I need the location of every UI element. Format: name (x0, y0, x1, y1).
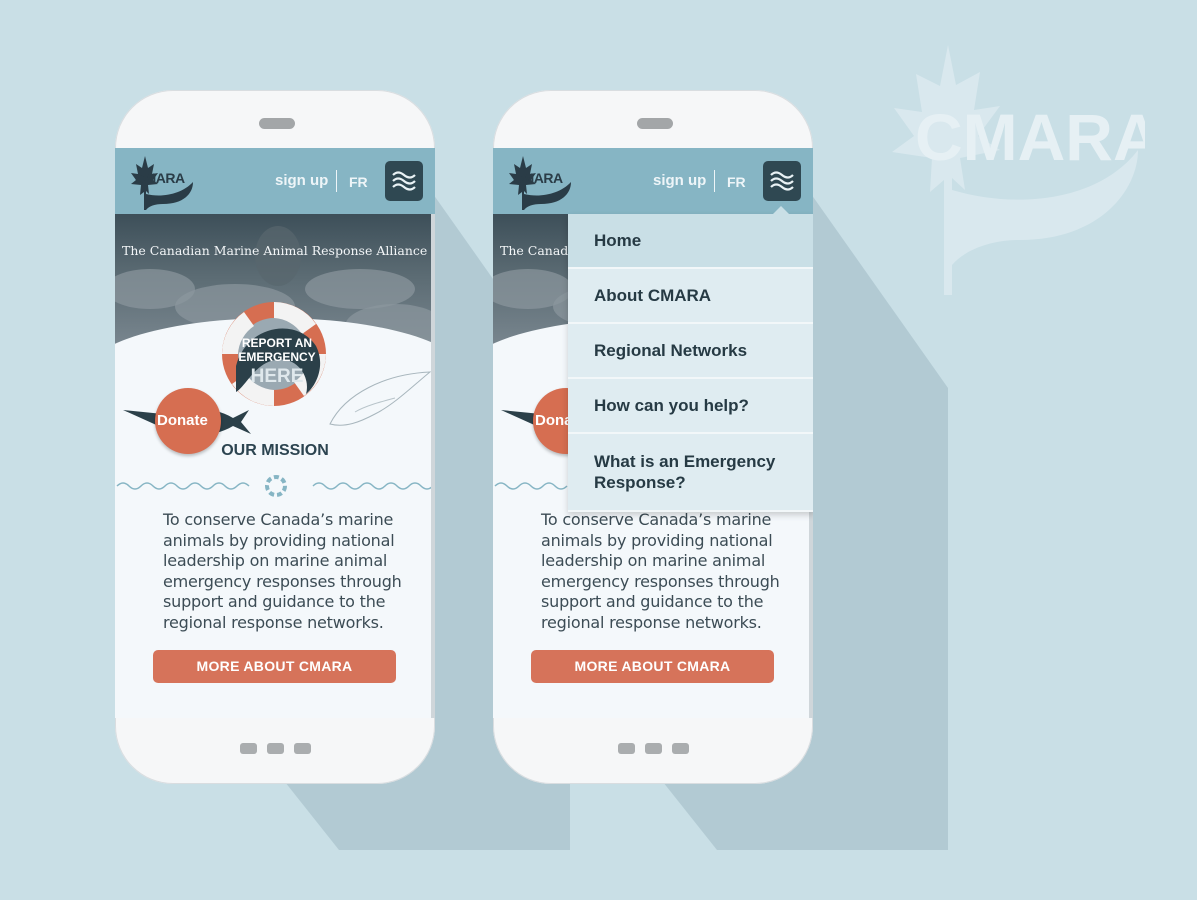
header-divider (336, 170, 337, 192)
dropdown-caret (772, 206, 790, 215)
menu-button[interactable] (763, 161, 801, 201)
phone-mockup-home: CMARA sign up FR The Canadian Marine Ani… (115, 90, 435, 784)
scrollbar[interactable] (431, 214, 435, 718)
mission-line: support and guidance to the (541, 592, 764, 611)
mission-statement: To conserve Canada’s marine animals by p… (163, 510, 413, 633)
mission-line: support and guidance to the (163, 592, 386, 611)
phone-home-dots (115, 739, 435, 758)
report-line1: REPORT AN (241, 336, 313, 350)
nav-dropdown-menu: Home About CMARA Regional Networks How c… (568, 206, 813, 512)
mission-title: OUR MISSION (221, 442, 329, 459)
mission-line: emergency responses through (163, 571, 402, 591)
mission-line: To conserve Canada’s marine (163, 510, 394, 529)
report-emergency-label[interactable]: REPORT AN EMERGENCY (227, 336, 327, 364)
logo-text: CMARA (513, 170, 563, 186)
more-about-cmara-button[interactable]: MORE ABOUT CMARA (531, 650, 774, 683)
cmara-logo[interactable]: CMARA (505, 154, 575, 212)
mission-line: leadership on marine animal (163, 551, 388, 570)
mission-line: animals by providing national (163, 530, 395, 550)
menu-button[interactable] (385, 161, 423, 201)
mission-line: To conserve Canada’s marine (541, 510, 772, 529)
waves-menu-icon (770, 171, 794, 191)
menu-item-emergency-response[interactable]: What is an Emergency Response? (568, 434, 813, 512)
cmara-logo[interactable]: CMARA (127, 154, 197, 212)
waves-menu-icon (392, 171, 416, 191)
report-line2: EMERGENCY (238, 350, 316, 364)
phone-mockup-menu-open: CMARA sign up FR The Canadian Marine Ani… (493, 90, 813, 784)
logo-text: CMARA (135, 170, 185, 186)
menu-item-label: What is an Emergency (594, 452, 776, 471)
menu-item-regional-networks[interactable]: Regional Networks (568, 324, 813, 379)
whale-sketch-icon (329, 371, 432, 426)
menu-item-how-can-you-help[interactable]: How can you help? (568, 379, 813, 434)
language-toggle[interactable]: FR (349, 174, 368, 190)
phone-screen: CMARA sign up FR The Canadian Marine Ani… (115, 148, 435, 718)
wave-divider (116, 475, 434, 497)
site-header: CMARA sign up FR (493, 148, 813, 214)
donate-label: Donate (157, 412, 208, 429)
svg-text:CMARA: CMARA (915, 100, 1145, 174)
language-toggle[interactable]: FR (727, 174, 746, 190)
menu-item-home[interactable]: Home (568, 214, 813, 269)
mission-line: emergency responses through (541, 571, 780, 591)
menu-item-label: Response? (594, 473, 686, 492)
hero-tagline: The Canadian Marine Animal Response Alli… (122, 243, 428, 258)
phone-home-dots (493, 739, 813, 758)
mission-line: animals by providing national (541, 530, 773, 550)
header-divider (714, 170, 715, 192)
mission-line: regional response networks. (541, 612, 762, 632)
signup-link[interactable]: sign up (275, 172, 328, 189)
mission-line: leadership on marine animal (541, 551, 766, 570)
more-about-cmara-button[interactable]: MORE ABOUT CMARA (153, 650, 396, 683)
report-here-label[interactable]: HERE (227, 366, 327, 388)
signup-link[interactable]: sign up (653, 172, 706, 189)
mission-statement: To conserve Canada’s marine animals by p… (541, 510, 791, 633)
phone-screen: CMARA sign up FR The Canadian Marine Ani… (493, 148, 813, 718)
phone-speaker (637, 118, 673, 129)
cmara-watermark-logo: CMARA (892, 45, 1145, 295)
site-header: CMARA sign up FR (115, 148, 435, 214)
menu-item-about[interactable]: About CMARA (568, 269, 813, 324)
mission-line: regional response networks. (163, 612, 384, 632)
phone-speaker (259, 118, 295, 129)
